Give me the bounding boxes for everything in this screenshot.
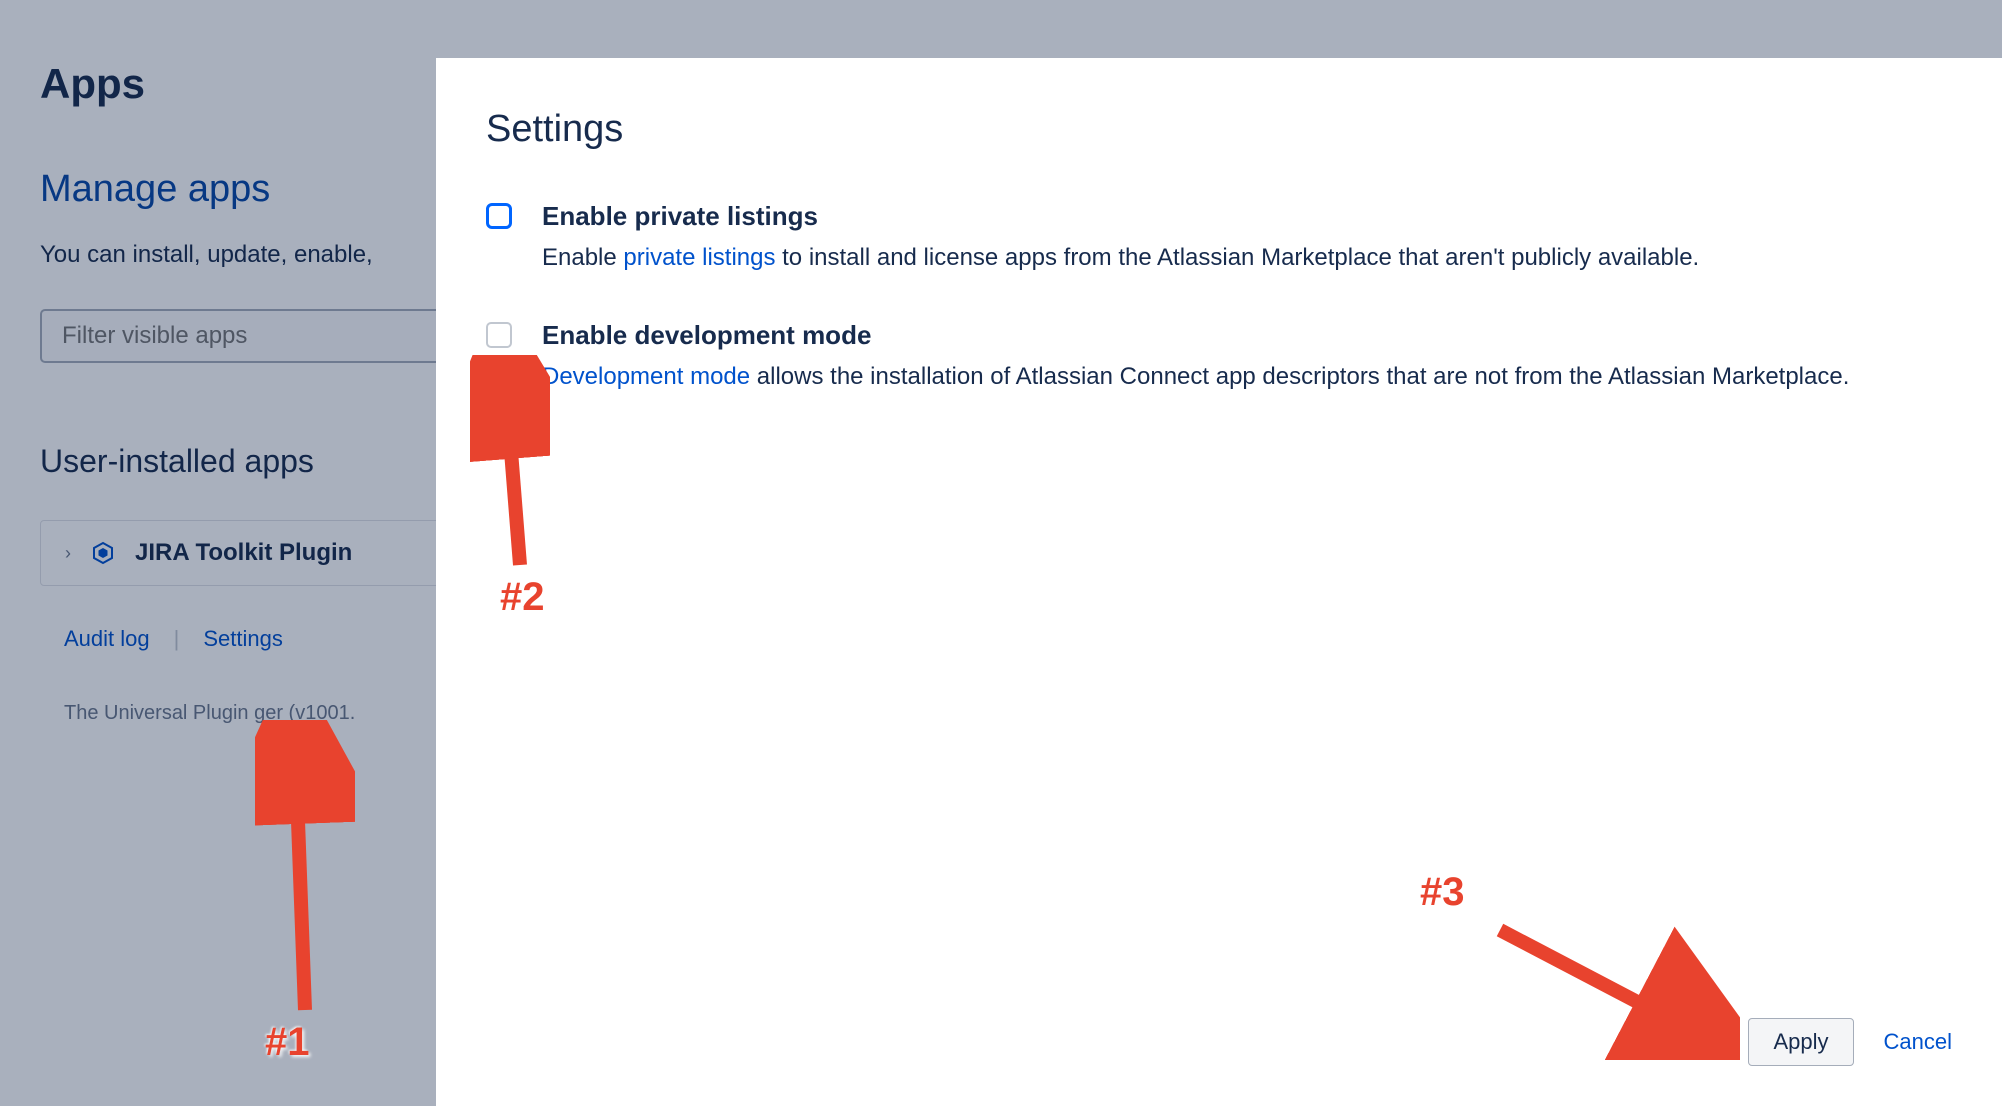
development-mode-label: Enable development mode [542, 320, 1952, 351]
apply-button[interactable]: Apply [1748, 1018, 1853, 1066]
settings-modal: Settings Enable private listings Enable … [436, 58, 2002, 1106]
cancel-button[interactable]: Cancel [1884, 1029, 1952, 1055]
development-mode-content: Enable development mode Development mode… [542, 320, 1952, 395]
development-mode-checkbox[interactable] [486, 322, 512, 348]
modal-footer: Apply Cancel [486, 1018, 1952, 1066]
private-listings-content: Enable private listings Enable private l… [542, 201, 1952, 276]
development-mode-row: Enable development mode Development mode… [486, 320, 1952, 395]
modal-title: Settings [486, 108, 1952, 151]
private-listings-row: Enable private listings Enable private l… [486, 201, 1952, 276]
private-listings-link[interactable]: private listings [623, 244, 775, 271]
private-listings-checkbox[interactable] [486, 203, 512, 229]
private-listings-description: Enable private listings to install and l… [542, 240, 1952, 276]
development-mode-link[interactable]: Development mode [542, 363, 750, 390]
development-mode-description: Development mode allows the installation… [542, 359, 1952, 395]
private-listings-label: Enable private listings [542, 201, 1952, 232]
